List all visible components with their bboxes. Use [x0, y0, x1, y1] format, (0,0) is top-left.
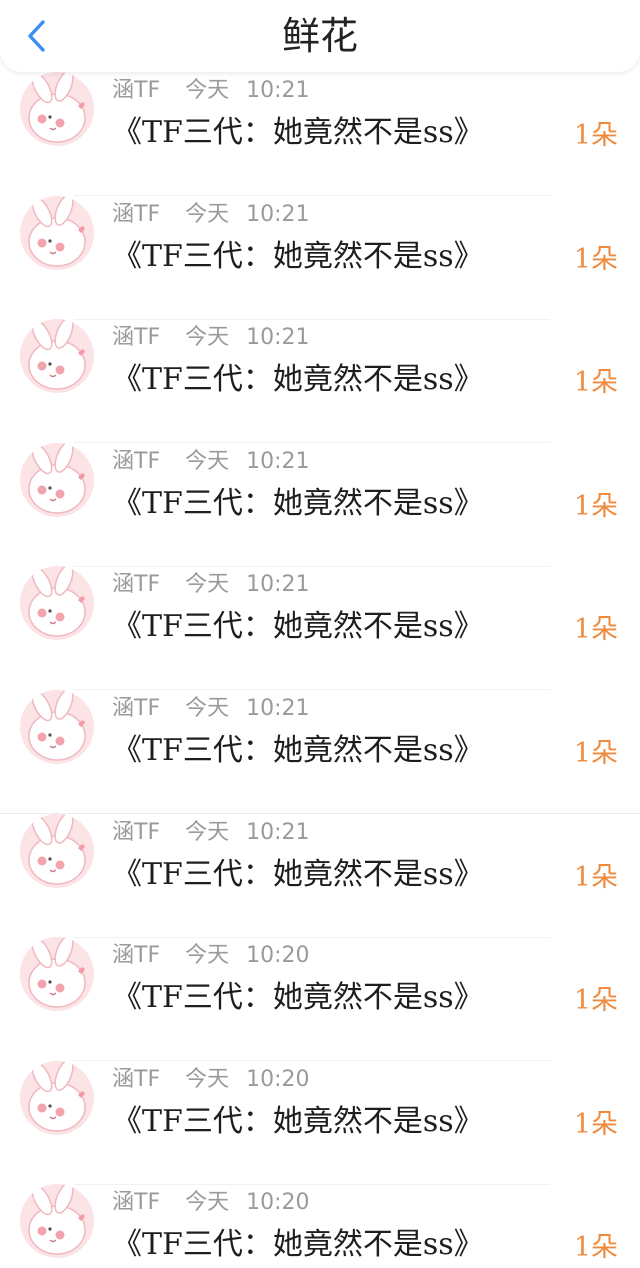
timestamp: 10:21 — [246, 325, 310, 351]
bunny-avatar-icon — [20, 566, 94, 641]
flower-count: 1朵 — [573, 985, 618, 1017]
work-title[interactable]: 《TF三代：她竟然不是ss》 — [112, 108, 484, 158]
item-meta: 涵TF 今天 10:20 — [112, 1186, 310, 1220]
list-item[interactable]: 涵TF 今天 10:20 《TF三代：她竟然不是ss》 1朵 — [0, 937, 640, 1062]
work-title[interactable]: 《TF三代：她竟然不是ss》 — [112, 973, 484, 1023]
bunny-avatar-icon — [20, 319, 94, 394]
flower-count: 1朵 — [573, 1232, 618, 1264]
timestamp: 10:21 — [246, 201, 310, 227]
avatar[interactable] — [20, 937, 94, 1012]
work-title[interactable]: 《TF三代：她竟然不是ss》 — [112, 1097, 484, 1147]
list-item[interactable]: 涵TF 今天 10:21 《TF三代：她竟然不是ss》 1朵 — [0, 442, 640, 567]
list-item[interactable]: 涵TF 今天 10:21 《TF三代：她竟然不是ss》 1朵 — [0, 319, 640, 444]
date-label: 今天 — [185, 78, 230, 103]
flower-count: 1朵 — [573, 367, 618, 399]
list-item[interactable]: 涵TF 今天 10:20 《TF三代：她竟然不是ss》 1朵 — [0, 1184, 640, 1268]
work-title[interactable]: 《TF三代：她竟然不是ss》 — [112, 1220, 484, 1268]
flower-count: 1朵 — [573, 1108, 618, 1140]
top-nav-bar: 鲜花 — [0, 0, 640, 72]
list-item[interactable]: 涵TF 今天 10:21 《TF三代：她竟然不是ss》 1朵 — [0, 195, 640, 320]
list-item[interactable]: 涵TF 今天 10:21 《TF三代：她竟然不是ss》 1朵 — [0, 690, 640, 814]
username[interactable]: 涵TF — [112, 1190, 160, 1215]
page-title: 鲜花 — [281, 14, 358, 58]
bunny-avatar-icon — [20, 1060, 94, 1135]
username[interactable]: 涵TF — [112, 202, 160, 227]
bunny-avatar-icon — [20, 937, 94, 1012]
item-meta: 涵TF 今天 10:21 — [112, 692, 310, 726]
avatar[interactable] — [20, 690, 94, 764]
date-label: 今天 — [185, 1190, 230, 1216]
work-title[interactable]: 《TF三代：她竟然不是ss》 — [112, 726, 484, 776]
item-meta: 涵TF 今天 10:21 — [112, 74, 310, 108]
date-label: 今天 — [185, 448, 230, 474]
work-title[interactable]: 《TF三代：她竟然不是ss》 — [112, 355, 484, 405]
timestamp: 10:21 — [246, 78, 310, 103]
username[interactable]: 涵TF — [112, 78, 160, 103]
timestamp: 10:21 — [246, 819, 310, 845]
work-title[interactable]: 《TF三代：她竟然不是ss》 — [112, 479, 484, 529]
item-meta: 涵TF 今天 10:20 — [112, 939, 310, 973]
date-label: 今天 — [185, 201, 230, 227]
list-item[interactable]: 涵TF 今天 10:21 《TF三代：她竟然不是ss》 1朵 — [0, 813, 640, 938]
date-label: 今天 — [185, 819, 230, 845]
list-item[interactable]: 涵TF 今天 10:21 《TF三代：她竟然不是ss》 1朵 — [0, 72, 640, 196]
bunny-avatar-icon — [20, 690, 94, 764]
bunny-avatar-icon — [20, 195, 94, 270]
username[interactable]: 涵TF — [112, 696, 160, 721]
avatar[interactable] — [20, 813, 94, 888]
avatar[interactable] — [20, 1060, 94, 1135]
timestamp: 10:20 — [246, 1066, 310, 1092]
date-label: 今天 — [185, 696, 230, 721]
bunny-avatar-icon — [20, 442, 94, 517]
work-title[interactable]: 《TF三代：她竟然不是ss》 — [112, 602, 484, 652]
bunny-avatar-icon — [20, 813, 94, 888]
item-meta: 涵TF 今天 10:21 — [112, 321, 310, 355]
flower-count: 1朵 — [573, 120, 618, 151]
username[interactable]: 涵TF — [112, 325, 160, 350]
avatar[interactable] — [20, 1184, 94, 1259]
timestamp: 10:21 — [246, 572, 310, 598]
avatar[interactable] — [20, 195, 94, 270]
flower-count: 1朵 — [573, 738, 618, 769]
date-label: 今天 — [185, 943, 230, 969]
username[interactable]: 涵TF — [112, 1067, 160, 1092]
username[interactable]: 涵TF — [112, 572, 160, 597]
username[interactable]: 涵TF — [112, 943, 160, 968]
list-item[interactable]: 涵TF 今天 10:20 《TF三代：她竟然不是ss》 1朵 — [0, 1060, 640, 1185]
date-label: 今天 — [185, 1066, 230, 1092]
flower-count: 1朵 — [573, 490, 618, 522]
item-meta: 涵TF 今天 10:21 — [112, 198, 310, 232]
work-title[interactable]: 《TF三代：她竟然不是ss》 — [112, 232, 484, 282]
bunny-avatar-icon — [20, 72, 94, 146]
bunny-avatar-icon — [20, 1184, 94, 1259]
flower-count: 1朵 — [573, 243, 618, 275]
timestamp: 10:21 — [246, 696, 310, 721]
item-meta: 涵TF 今天 10:20 — [112, 1063, 310, 1097]
work-title[interactable]: 《TF三代：她竟然不是ss》 — [112, 850, 484, 900]
date-label: 今天 — [185, 572, 230, 598]
list-item[interactable]: 涵TF 今天 10:21 《TF三代：她竟然不是ss》 1朵 — [0, 566, 640, 691]
username[interactable]: 涵TF — [112, 820, 160, 845]
item-meta: 涵TF 今天 10:21 — [112, 445, 310, 479]
timestamp: 10:20 — [246, 1190, 310, 1216]
item-meta: 涵TF 今天 10:21 — [112, 816, 310, 850]
timestamp: 10:21 — [246, 448, 310, 474]
date-label: 今天 — [185, 325, 230, 351]
avatar[interactable] — [20, 566, 94, 641]
flower-count: 1朵 — [573, 861, 618, 893]
avatar[interactable] — [20, 319, 94, 394]
timestamp: 10:20 — [246, 943, 310, 969]
flowers-page: 鲜花 涵TF 今天 10:21 《TF三代：她竟然不是ss》 1朵 涵TF 今天… — [0, 0, 640, 1268]
username[interactable]: 涵TF — [112, 449, 160, 474]
avatar[interactable] — [20, 442, 94, 517]
flower-count: 1朵 — [573, 614, 618, 646]
avatar[interactable] — [20, 72, 94, 146]
item-meta: 涵TF 今天 10:21 — [112, 568, 310, 602]
